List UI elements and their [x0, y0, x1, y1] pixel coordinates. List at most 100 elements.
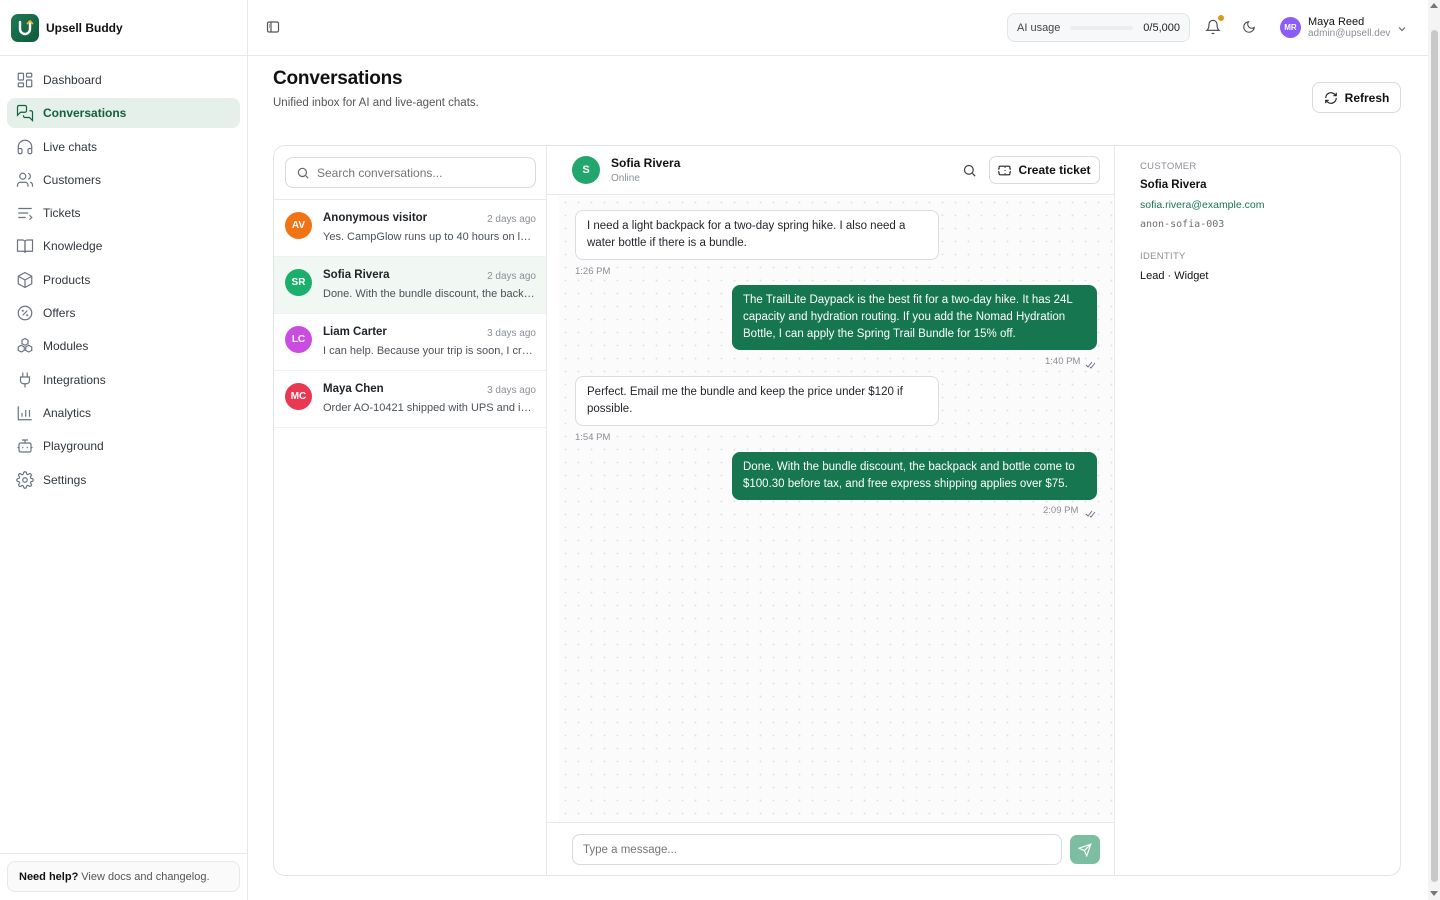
- book-icon: [16, 239, 34, 254]
- sidebar-item-modules[interactable]: Modules: [7, 331, 240, 361]
- message-outgoing: The TrailLite Daypack is the best fit fo…: [732, 285, 1097, 350]
- conversation-time: 3 days ago: [487, 328, 536, 339]
- brand-name: Upsell Buddy: [46, 20, 123, 35]
- chat-header: S Sofia Rivera Online Create ticket: [547, 146, 1114, 195]
- sidebar-item-label: Conversations: [43, 106, 127, 121]
- conversation-preview: Yes. CampGlow runs up to 40 hours on low…: [323, 231, 536, 243]
- brand-logo-icon: [11, 13, 39, 42]
- sidebar-item-dashboard[interactable]: Dashboard: [7, 65, 240, 95]
- conversation-preview: I can help. Because your trip is soon, I…: [323, 345, 536, 357]
- send-button[interactable]: [1070, 835, 1100, 864]
- topbar: AI usage 0/5,000 MR Maya Reed admin@upse…: [248, 0, 1428, 56]
- chat-contact-status: Online: [611, 173, 640, 184]
- refresh-icon: [1324, 91, 1337, 104]
- message-input[interactable]: [572, 834, 1062, 865]
- ai-usage-count: 0/5,000: [1143, 21, 1180, 34]
- sidebar-item-settings[interactable]: Settings: [7, 465, 240, 495]
- chat-panel: S Sofia Rivera Online Create ticket I ne…: [547, 146, 1115, 875]
- sidebar-item-customers[interactable]: Customers: [7, 165, 240, 195]
- dashboard-icon: [17, 72, 33, 88]
- page-scrollbar[interactable]: [1428, 0, 1440, 900]
- sidebar-item-label: Playground: [43, 439, 104, 454]
- conversation-time: 3 days ago: [487, 385, 536, 396]
- moon-icon[interactable]: [1242, 20, 1256, 37]
- sidebar-item-conversations[interactable]: Conversations: [7, 98, 240, 129]
- search-box[interactable]: [285, 157, 536, 188]
- sidebar-item-label: Settings: [43, 472, 87, 487]
- search-icon[interactable]: [962, 163, 977, 181]
- create-ticket-button[interactable]: Create ticket: [989, 156, 1100, 184]
- conversation-time: 2 days ago: [487, 271, 536, 282]
- page-title: Conversations: [273, 68, 403, 89]
- user-name[interactable]: Maya Reed: [1308, 16, 1364, 28]
- list-item[interactable]: SR Sofia Rivera 2 days ago Done. With th…: [274, 257, 546, 314]
- search-icon: [297, 167, 309, 179]
- sidebar-item-label: Tickets: [43, 206, 81, 221]
- help-link[interactable]: Need help? View docs and changelog.: [7, 861, 240, 892]
- sidebar-item-label: Integrations: [43, 372, 106, 387]
- search-input[interactable]: [317, 165, 517, 180]
- brand[interactable]: Upsell Buddy: [0, 0, 247, 56]
- chart-icon: [17, 406, 32, 421]
- user-avatar[interactable]: MR: [1280, 17, 1301, 38]
- sidebar-item-label: Customers: [43, 172, 102, 187]
- avatar: S: [572, 156, 600, 184]
- message-thread: I need a light backpack for a two-day sp…: [559, 196, 1113, 821]
- sidebar-item-playground[interactable]: Playground: [7, 431, 240, 461]
- ticket-icon: [18, 208, 33, 221]
- help-text: View docs and changelog.: [81, 870, 210, 883]
- conversation-name: Maya Chen: [323, 383, 384, 395]
- refresh-button[interactable]: Refresh: [1312, 82, 1401, 113]
- sidebar-item-analytics[interactable]: Analytics: [7, 398, 240, 428]
- bot-icon: [17, 439, 33, 453]
- customer-email-link[interactable]: sofia.rivera@example.com: [1140, 199, 1264, 211]
- inbox-card: AV Anonymous visitor 2 days ago Yes. Cam…: [273, 145, 1401, 876]
- sidebar-item-offers[interactable]: Offers: [7, 298, 240, 328]
- sidebar-toggle-icon[interactable]: [266, 20, 280, 34]
- plug-icon: [19, 372, 31, 388]
- sidebar-item-knowledge[interactable]: Knowledge: [7, 231, 240, 261]
- message-incoming: I need a light backpack for a two-day sp…: [575, 210, 939, 260]
- message-time: 1:54 PM: [575, 432, 611, 443]
- send-icon: [1078, 842, 1092, 857]
- list-item[interactable]: AV Anonymous visitor 2 days ago Yes. Cam…: [274, 200, 546, 257]
- avatar: AV: [285, 212, 312, 239]
- ticket-icon: [998, 165, 1012, 175]
- identity-section-label: IDENTITY: [1140, 251, 1186, 262]
- identity-value: Lead · Widget: [1140, 270, 1209, 282]
- refresh-label: Refresh: [1344, 90, 1390, 105]
- sidebar-item-integrations[interactable]: Integrations: [7, 365, 240, 395]
- ai-usage-meter: AI usage 0/5,000: [1007, 13, 1190, 42]
- notification-dot: [1218, 15, 1224, 21]
- sidebar-item-label: Offers: [43, 306, 76, 321]
- create-ticket-label: Create ticket: [1018, 163, 1091, 177]
- conversations-icon: [16, 105, 34, 123]
- user-email: admin@upsell.dev: [1308, 28, 1391, 39]
- scroll-down-arrow-icon[interactable]: [1430, 891, 1438, 896]
- chevron-down-icon[interactable]: [1397, 22, 1407, 37]
- scroll-up-arrow-icon[interactable]: [1430, 3, 1438, 8]
- sidebar-item-products[interactable]: Products: [7, 265, 240, 295]
- avatar: SR: [285, 269, 312, 296]
- sidebar-item-live-chats[interactable]: Live chats: [7, 132, 240, 162]
- sidebar-item-tickets[interactable]: Tickets: [7, 198, 240, 228]
- customer-name: Sofia Rivera: [1140, 179, 1207, 191]
- users-icon: [16, 172, 34, 187]
- sidebar-nav: Dashboard Conversations Live chats Custo…: [0, 56, 247, 507]
- conversation-preview: Done. With the bundle discount, the back…: [323, 288, 536, 300]
- conversation-preview: Order AO-10421 shipped with UPS and is e…: [323, 402, 536, 414]
- page-subtitle: Unified inbox for AI and live-agent chat…: [273, 97, 479, 109]
- sidebar-item-label: Modules: [43, 339, 89, 354]
- ai-usage-label: AI usage: [1017, 21, 1061, 34]
- scrollbar-thumb[interactable]: [1431, 30, 1438, 882]
- notifications-bell-icon[interactable]: [1205, 19, 1221, 38]
- box-icon: [17, 271, 33, 288]
- sidebar: Upsell Buddy Dashboard Conversations Liv…: [0, 0, 248, 900]
- double-check-icon: [1085, 357, 1096, 372]
- customer-section-label: CUSTOMER: [1140, 161, 1197, 172]
- chat-contact-name: Sofia Rivera: [611, 156, 681, 170]
- conversation-list: AV Anonymous visitor 2 days ago Yes. Cam…: [274, 146, 547, 875]
- list-item[interactable]: MC Maya Chen 3 days ago Order AO-10421 s…: [274, 371, 546, 428]
- list-item[interactable]: LC Liam Carter 3 days ago I can help. Be…: [274, 314, 546, 371]
- blocks-icon: [17, 338, 33, 354]
